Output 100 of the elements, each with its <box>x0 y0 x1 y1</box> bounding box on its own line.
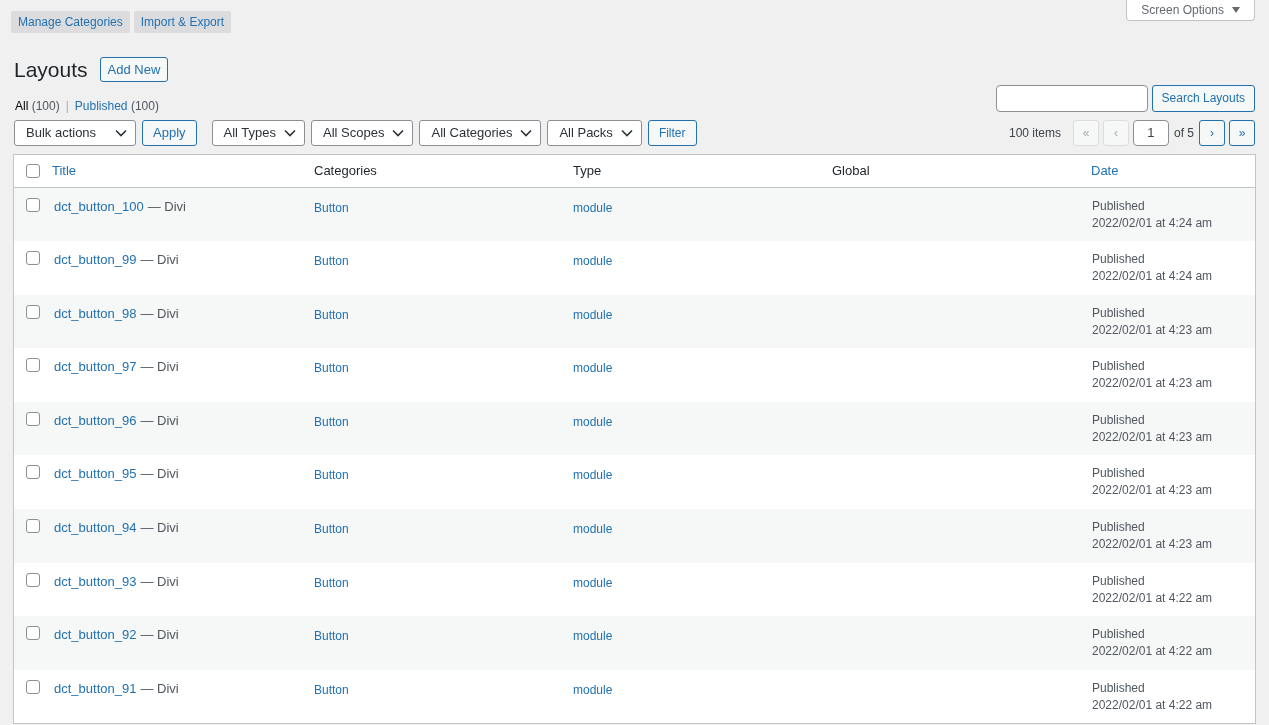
dropdown-select[interactable]: All Packs <box>547 119 642 146</box>
category-link[interactable]: Button <box>314 629 349 644</box>
type-link[interactable]: module <box>573 254 613 269</box>
separator: | <box>65 97 69 115</box>
checkbox[interactable] <box>26 304 40 319</box>
item-count: 100 items <box>1008 124 1061 142</box>
category-link[interactable]: Button <box>314 361 349 376</box>
type-link[interactable]: module <box>573 522 613 537</box>
category-link[interactable]: Button <box>314 254 349 269</box>
layout-title-link[interactable]: dct_button_93 <box>54 571 137 592</box>
nav-tab[interactable]: Import & Export <box>133 11 232 33</box>
chevron-down-icon <box>115 128 127 137</box>
layout-builder-label: — Divi <box>147 197 186 216</box>
layout-title-link[interactable]: dct_button_97 <box>54 357 137 377</box>
category-link[interactable]: Button <box>314 682 349 697</box>
date-text: 2022/02/01 at 4:24 am <box>1092 214 1214 232</box>
chevron-down-icon <box>620 128 633 137</box>
column-header: Global <box>832 162 870 178</box>
layout-title-link[interactable]: dct_button_100 <box>54 196 144 216</box>
type-link[interactable]: module <box>573 361 613 376</box>
layout-builder-label: — Divi <box>140 304 179 323</box>
apply-button[interactable]: Apply <box>142 119 197 146</box>
page-nav-button[interactable]: › <box>1199 119 1225 146</box>
layout-title-link[interactable]: dct_button_95 <box>54 464 137 484</box>
filter-button[interactable]: Filter <box>647 119 697 146</box>
category-link[interactable]: Button <box>314 200 349 215</box>
category-link[interactable]: Button <box>314 522 349 537</box>
layout-builder-label: — Divi <box>140 251 179 270</box>
type-link[interactable]: module <box>573 682 613 697</box>
category-link[interactable]: Button <box>314 307 349 322</box>
layout-title-link[interactable]: dct_button_96 <box>54 410 137 431</box>
date-text: 2022/02/01 at 4:22 am <box>1092 696 1214 714</box>
page-nav-button[interactable]: » <box>1229 119 1255 146</box>
checkbox[interactable] <box>26 251 40 266</box>
add-new-button[interactable]: Add New <box>99 57 169 83</box>
checkbox[interactable] <box>26 679 40 694</box>
checkbox[interactable] <box>26 197 40 212</box>
checkbox[interactable] <box>26 163 40 178</box>
date-text: 2022/02/01 at 4:22 am <box>1092 643 1214 661</box>
status-text: Published <box>1092 465 1146 483</box>
layout-builder-label: — Divi <box>140 572 179 591</box>
layout-title-link[interactable]: dct_button_92 <box>54 625 137 645</box>
type-link[interactable]: module <box>573 468 613 483</box>
category-link[interactable]: Button <box>314 414 349 429</box>
nav-tab[interactable]: Manage Categories <box>11 11 130 33</box>
category-link[interactable]: Button <box>314 468 349 483</box>
status-text: Published <box>1092 626 1146 644</box>
type-link[interactable]: module <box>573 414 613 429</box>
date-text: 2022/02/01 at 4:23 am <box>1092 428 1214 446</box>
date-text: 2022/02/01 at 4:22 am <box>1092 589 1214 607</box>
checkbox[interactable] <box>26 465 40 480</box>
layout-title-link[interactable]: dct_button_99 <box>54 250 137 270</box>
type-link[interactable]: module <box>573 629 613 644</box>
status-text: Published <box>1092 519 1146 537</box>
status-text: Published <box>1092 304 1146 322</box>
checkbox[interactable] <box>26 519 40 534</box>
date-text: 2022/02/01 at 4:23 am <box>1092 536 1214 554</box>
category-link[interactable]: Button <box>314 575 349 590</box>
status-text: Published <box>1092 197 1146 215</box>
layout-title-link[interactable]: dct_button_94 <box>54 518 137 538</box>
status-text: Published <box>1092 251 1146 269</box>
chevron-down-icon <box>520 128 533 137</box>
layout-builder-label: — Divi <box>140 519 179 538</box>
date-text: 2022/02/01 at 4:23 am <box>1092 482 1214 500</box>
checkbox[interactable] <box>26 626 40 641</box>
type-link[interactable]: module <box>573 200 613 215</box>
search-button[interactable]: Search Layouts <box>1151 84 1255 112</box>
status-text: Published <box>1092 358 1146 376</box>
date-text: 2022/02/01 at 4:23 am <box>1092 375 1214 393</box>
status-text: Published <box>1092 679 1146 697</box>
layout-builder-label: — Divi <box>140 411 179 430</box>
layout-title-link[interactable]: dct_button_91 <box>54 678 137 699</box>
caret-icon <box>1232 7 1240 13</box>
checkbox[interactable] <box>26 411 40 426</box>
layout-title-link[interactable]: dct_button_98 <box>54 303 137 324</box>
status-text: Published <box>1092 411 1146 429</box>
screen-options-button[interactable]: Screen Options <box>1126 0 1255 21</box>
view-filter-link[interactable]: Published (100) <box>74 96 159 115</box>
search-field[interactable] <box>995 84 1148 112</box>
date-text: 2022/02/01 at 4:23 am <box>1092 321 1214 339</box>
column-header[interactable]: Date <box>1091 162 1119 178</box>
column-header: Categories <box>314 162 377 178</box>
chevron-down-icon <box>284 128 297 137</box>
view-filter-link[interactable]: All (100) <box>15 96 60 115</box>
type-link[interactable]: module <box>573 575 613 590</box>
column-header: Type <box>573 162 602 178</box>
column-header[interactable]: Title <box>52 162 77 178</box>
page-number-field[interactable]: 1 <box>1133 119 1169 146</box>
layout-builder-label: — Divi <box>140 358 179 377</box>
chevron-down-icon <box>392 128 405 137</box>
checkbox[interactable] <box>26 358 40 373</box>
dropdown-select[interactable]: Bulk actions <box>14 119 136 146</box>
layout-builder-label: — Divi <box>140 626 179 645</box>
date-text: 2022/02/01 at 4:24 am <box>1092 268 1214 286</box>
type-link[interactable]: module <box>573 307 613 322</box>
dropdown-select[interactable]: All Types <box>211 119 306 146</box>
checkbox[interactable] <box>26 572 40 587</box>
dropdown-select[interactable]: All Categories <box>419 119 542 146</box>
layout-builder-label: — Divi <box>140 465 179 484</box>
dropdown-select[interactable]: All Scopes <box>311 119 414 146</box>
